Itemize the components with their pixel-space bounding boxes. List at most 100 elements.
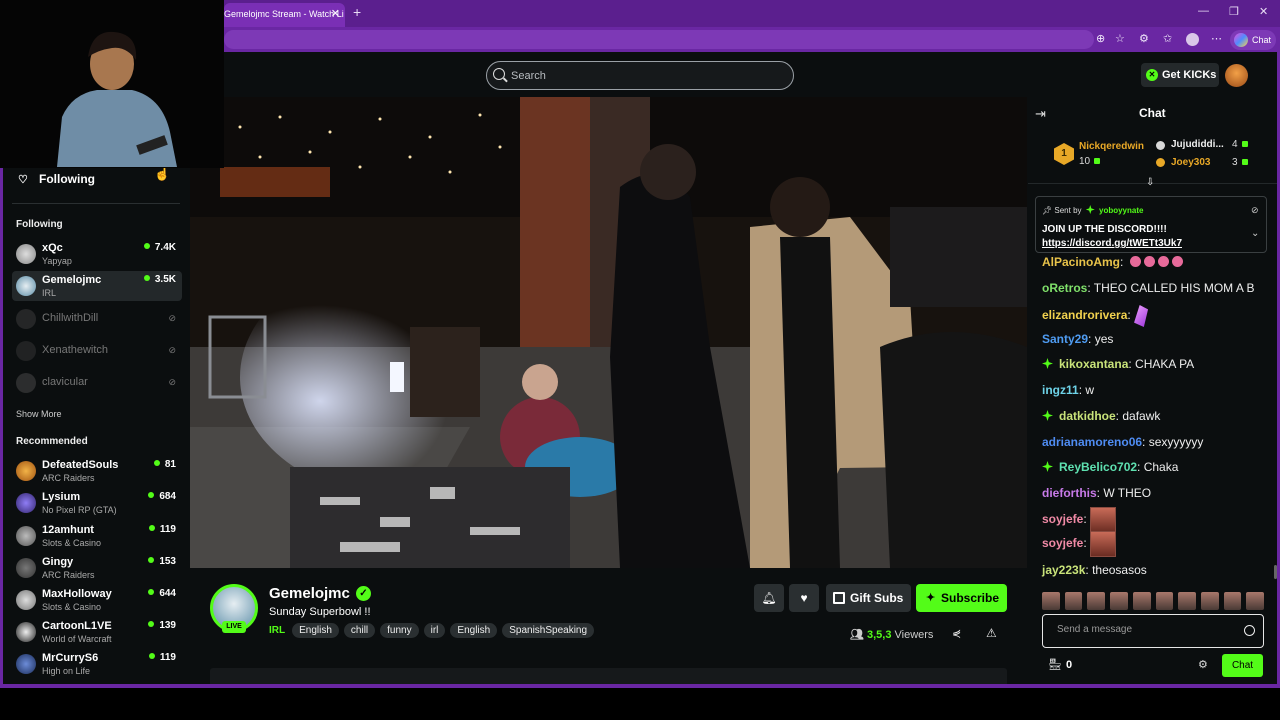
sidebar-channel-cartoonl1ve[interactable]: CartoonL1VE World of Warcraft 139 bbox=[12, 617, 182, 647]
search-bar[interactable] bbox=[486, 61, 794, 90]
emote-icon[interactable] bbox=[1223, 592, 1242, 610]
gifter-name[interactable]: Jujudiddi... bbox=[1171, 139, 1224, 150]
kicks-store-icon[interactable]: 🏪︎ bbox=[1048, 658, 1062, 671]
sidebar-channel-xenathewitch[interactable]: Xenathewitch ⊘ bbox=[12, 336, 182, 366]
chat-username[interactable]: ingz11 bbox=[1042, 383, 1079, 397]
share-icon[interactable]: ⋞ bbox=[952, 627, 961, 640]
rank-3-medal-icon bbox=[1156, 158, 1165, 167]
video-player[interactable] bbox=[190, 97, 1027, 568]
emote-icon[interactable] bbox=[1110, 592, 1128, 610]
channel-name: 12amhunt bbox=[42, 524, 94, 536]
chat-input[interactable] bbox=[1057, 624, 1237, 635]
restore-icon[interactable]: ❐ bbox=[1229, 5, 1239, 18]
copilot-label: Chat bbox=[1252, 35, 1272, 45]
emote-icon[interactable] bbox=[1132, 592, 1151, 610]
emote-icon[interactable] bbox=[1155, 592, 1174, 610]
tag-chip[interactable]: English bbox=[292, 622, 339, 638]
favorites-icon[interactable]: ✩ bbox=[1163, 32, 1172, 45]
more-menu-icon[interactable]: ⋯ bbox=[1211, 32, 1222, 45]
sidebar-channel-lysium[interactable]: Lysium No Pixel RP (GTA) 684 bbox=[12, 488, 182, 518]
chat-username[interactable]: soyjefe bbox=[1042, 536, 1083, 550]
subscribe-button[interactable]: ✦ Subscribe bbox=[916, 584, 1007, 612]
chat-username[interactable]: AlPacinoAmg bbox=[1042, 255, 1120, 269]
sidebar-channel-defeatedsouls[interactable]: DefeatedSouls ARC Raiders 81 bbox=[12, 456, 182, 486]
get-kicks-button[interactable]: ✕ Get KICKs bbox=[1141, 63, 1219, 87]
new-tab-button[interactable]: + bbox=[353, 4, 361, 20]
pin-icon: 📌︎ bbox=[1042, 206, 1053, 215]
tag-chip[interactable]: English bbox=[450, 622, 498, 638]
pinned-sender-name[interactable]: yoboyynate bbox=[1099, 206, 1143, 215]
pinned-message-link[interactable]: https://discord.gg/tWETt3Uk7 bbox=[1042, 238, 1182, 249]
chat-message: datkidhoe: dafawk bbox=[1042, 409, 1160, 423]
sidebar-channel-clavicular[interactable]: clavicular ⊘ bbox=[12, 368, 182, 398]
sidebar-channel-mrcurrys6[interactable]: MrCurryS6 High on Life 119 bbox=[12, 649, 182, 679]
chat-username[interactable]: kikoxantana bbox=[1059, 357, 1128, 371]
browser-tab[interactable]: Gemelojmc Stream - Watch Li ✕ bbox=[224, 3, 345, 27]
subscribe-label: Subscribe bbox=[941, 591, 1000, 605]
close-tab-icon[interactable]: ✕ bbox=[331, 3, 340, 25]
viewer-count: 119 bbox=[149, 524, 176, 535]
channel-name: Lysium bbox=[42, 491, 81, 503]
emote-icon[interactable] bbox=[1042, 592, 1060, 610]
hide-eye-icon[interactable]: ⊘ bbox=[1251, 205, 1259, 216]
emote-icon[interactable] bbox=[1246, 592, 1265, 610]
chat-scrollbar[interactable] bbox=[1274, 565, 1277, 579]
user-avatar[interactable] bbox=[1225, 64, 1248, 87]
search-input[interactable] bbox=[511, 67, 781, 85]
chat-username[interactable]: soyjefe bbox=[1042, 512, 1083, 526]
chat-settings-icon[interactable]: ⚙ bbox=[1198, 658, 1208, 671]
profile-icon[interactable] bbox=[1186, 33, 1199, 46]
chat-username[interactable]: dieforthis bbox=[1042, 486, 1097, 500]
chat-text: W THEO bbox=[1103, 486, 1152, 500]
top-gifter-name[interactable]: Nickqeredwin bbox=[1079, 141, 1144, 152]
emoji-icon[interactable] bbox=[1244, 625, 1255, 636]
webcam-overlay bbox=[0, 0, 224, 168]
tag-chip[interactable]: chill bbox=[343, 622, 376, 638]
chat-text: theosasos bbox=[1092, 563, 1147, 577]
category-link[interactable]: IRL bbox=[269, 625, 285, 636]
chat-username[interactable]: oRetros bbox=[1042, 281, 1087, 295]
emote-icon[interactable] bbox=[1064, 592, 1083, 610]
follow-heart-button[interactable]: ♥ bbox=[789, 584, 819, 612]
extensions-icon[interactable]: ⚙ bbox=[1139, 32, 1149, 45]
gifter-name[interactable]: Joey303 bbox=[1171, 157, 1210, 168]
chat-username[interactable]: jay223k bbox=[1042, 563, 1085, 577]
show-more-link[interactable]: Show More bbox=[16, 409, 62, 419]
favorite-star-icon[interactable]: ☆ bbox=[1115, 32, 1125, 45]
chat-username[interactable]: datkidhoe bbox=[1059, 409, 1116, 423]
copilot-chat-button[interactable]: Chat bbox=[1230, 30, 1276, 50]
sidebar-channel-chillwithdill[interactable]: ChillwithDill ⊘ bbox=[12, 304, 182, 334]
viewer-count: 153 bbox=[148, 556, 176, 567]
report-warning-icon[interactable]: ⚠ bbox=[986, 626, 997, 640]
minimize-icon[interactable]: — bbox=[1198, 5, 1209, 17]
collapse-chat-icon[interactable]: ⇥ bbox=[1035, 106, 1046, 122]
sidebar-channel-xqc[interactable]: xQc Yapyap 7.4K bbox=[12, 239, 182, 269]
chat-username[interactable]: Santy29 bbox=[1042, 332, 1088, 346]
send-chat-button[interactable]: Chat bbox=[1222, 654, 1263, 677]
address-field[interactable] bbox=[224, 30, 1094, 49]
kick-coin-icon: ✕ bbox=[1146, 69, 1158, 81]
sidebar-channel-12amhunt[interactable]: 12amhunt Slots & Casino 119 bbox=[12, 521, 182, 551]
sidebar-channel-maxholloway[interactable]: MaxHolloway Slots & Casino 644 bbox=[12, 585, 182, 615]
following-nav[interactable]: ♡ Following bbox=[18, 172, 95, 186]
gift-subs-button[interactable]: Gift Subs bbox=[826, 584, 911, 612]
copilot-icon bbox=[1234, 33, 1248, 47]
collapse-gifters-icon[interactable]: ⇩ bbox=[1146, 177, 1154, 188]
chat-username[interactable]: ReyBelico702 bbox=[1059, 460, 1137, 474]
chevron-down-icon[interactable]: ⌄ bbox=[1251, 228, 1259, 239]
chat-input-box[interactable] bbox=[1042, 614, 1264, 648]
emote-icon[interactable] bbox=[1087, 592, 1106, 610]
emote-icon[interactable] bbox=[1178, 592, 1196, 610]
chat-username[interactable]: adrianamoreno06 bbox=[1042, 435, 1142, 449]
tag-chip[interactable]: funny bbox=[380, 622, 419, 638]
zoom-icon[interactable]: ⊕ bbox=[1096, 32, 1105, 45]
sidebar-channel-gemelojmc[interactable]: Gemelojmc IRL 3.5K bbox=[12, 271, 182, 301]
tag-chip[interactable]: irl bbox=[423, 622, 446, 638]
tag-chip[interactable]: SpanishSpeaking bbox=[502, 622, 595, 638]
chat-username[interactable]: elizandrorivera bbox=[1042, 308, 1127, 322]
close-window-icon[interactable]: ✕ bbox=[1259, 5, 1268, 18]
notification-bell-button[interactable]: 🔔︎ bbox=[754, 584, 784, 612]
streamer-name[interactable]: Gemelojmc bbox=[269, 585, 350, 602]
sidebar-channel-gingy[interactable]: Gingy ARC Raiders 153 bbox=[12, 553, 182, 583]
emote-icon[interactable] bbox=[1200, 592, 1219, 610]
